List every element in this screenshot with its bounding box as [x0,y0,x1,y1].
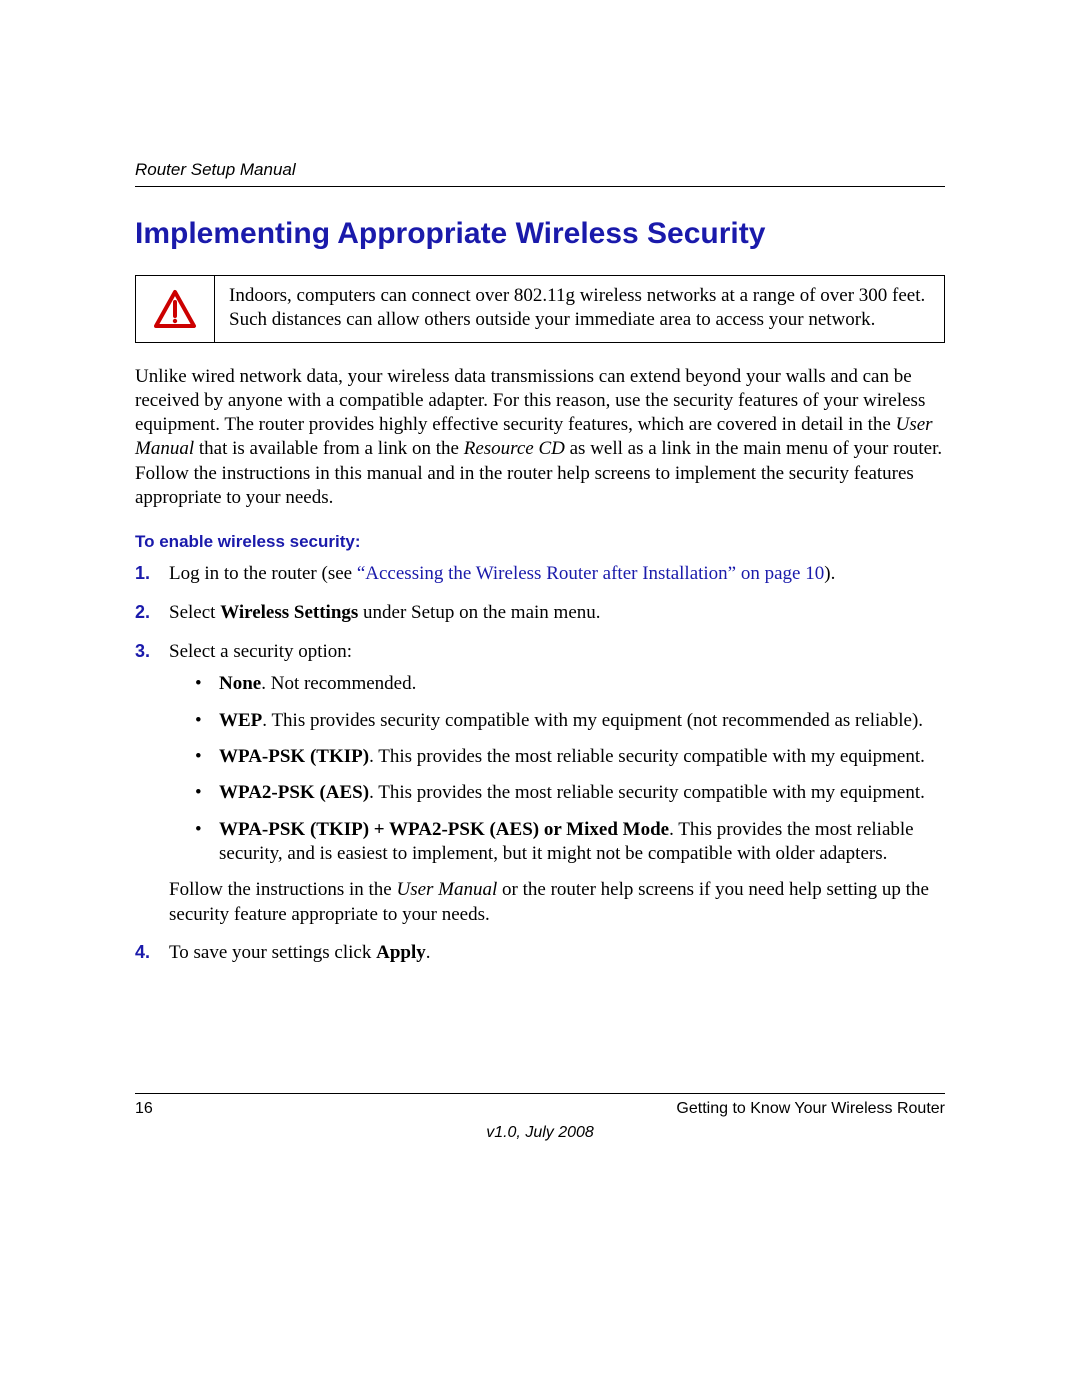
option-wpa-psk: WPA-PSK (TKIP). This provides the most r… [195,745,945,769]
warning-icon-cell [136,276,215,342]
step-2-bold: Wireless Settings [220,602,358,623]
page-footer: 16 Getting to Know Your Wireless Router … [135,1093,945,1142]
page-content: Router Setup Manual Implementing Appropr… [0,0,1080,966]
warning-callout: Indoors, computers can connect over 802.… [135,275,945,343]
footer-section-name: Getting to Know Your Wireless Router [676,1100,945,1118]
footer-version: v1.0, July 2008 [135,1124,945,1142]
step-4-bold: Apply [376,942,426,963]
step-1: Log in to the router (see “Accessing the… [135,562,945,587]
intro-text-1: Unlike wired network data, your wireless… [135,366,925,436]
warning-icon [153,289,197,329]
step-3-follow-a: Follow the instructions in the [169,879,396,900]
step-4-a: To save your settings click [169,942,376,963]
steps-subheading: To enable wireless security: [135,532,945,552]
option-wpa2-psk-rest: . This provides the most reliable securi… [369,782,925,803]
step-3: Select a security option: None. Not reco… [135,640,945,927]
option-mixed-mode-bold: WPA-PSK (TKIP) + WPA2-PSK (AES) or Mixed… [219,819,669,840]
option-wpa2-psk: WPA2-PSK (AES). This provides the most r… [195,781,945,805]
page-number: 16 [135,1100,153,1118]
step-4-b: . [426,942,431,963]
intro-paragraph: Unlike wired network data, your wireless… [135,365,945,511]
option-wep: WEP. This provides security compatible w… [195,709,945,733]
step-3-intro: Select a security option: [169,641,352,662]
option-none-rest: . Not recommended. [261,673,416,694]
step-2: Select Wireless Settings under Setup on … [135,601,945,626]
intro-text-2: that is available from a link on the [194,438,464,459]
option-mixed-mode: WPA-PSK (TKIP) + WPA2-PSK (AES) or Mixed… [195,818,945,867]
step-2-a: Select [169,602,220,623]
step-1-post: ). [824,563,835,584]
running-header: Router Setup Manual [135,160,945,180]
footer-rule [135,1093,945,1094]
section-heading: Implementing Appropriate Wireless Securi… [135,217,945,251]
warning-text: Indoors, computers can connect over 802.… [215,276,944,342]
intro-italic-resource-cd: Resource CD [464,438,565,459]
step-2-b: under Setup on the main menu. [358,602,600,623]
step-3-follow-italic: User Manual [396,879,497,900]
option-wpa2-psk-bold: WPA2-PSK (AES) [219,782,369,803]
option-none-bold: None [219,673,261,694]
steps-list: Log in to the router (see “Accessing the… [135,562,945,965]
security-options: None. Not recommended. WEP. This provide… [195,672,945,866]
option-none: None. Not recommended. [195,672,945,696]
option-wep-rest: . This provides security compatible with… [262,710,923,731]
step-1-link[interactable]: “Accessing the Wireless Router after Ins… [357,563,824,584]
step-4: To save your settings click Apply. [135,941,945,966]
option-wpa-psk-rest: . This provides the most reliable securi… [369,746,925,767]
header-rule [135,186,945,187]
option-wep-bold: WEP [219,710,262,731]
step-3-follow: Follow the instructions in the User Manu… [169,878,945,927]
step-1-pre: Log in to the router (see [169,563,357,584]
option-wpa-psk-bold: WPA-PSK (TKIP) [219,746,369,767]
